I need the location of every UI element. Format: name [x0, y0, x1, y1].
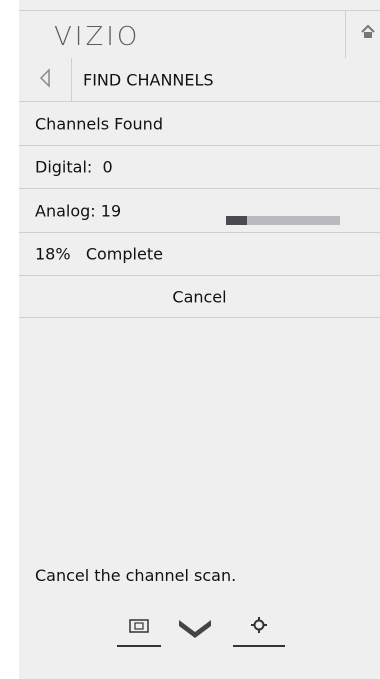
menu-panel: VIZIO FIND CHANNELS Channels Found Digit…: [19, 0, 380, 679]
chevron-down-icon: [179, 620, 211, 638]
bottom-nav: [19, 610, 380, 650]
cancel-label: Cancel: [172, 287, 227, 306]
picture-size-icon: [117, 619, 161, 647]
channels-found-row: Channels Found: [19, 102, 380, 146]
analog-row: Analog: 19: [19, 189, 380, 233]
back-arrow-icon: [39, 68, 50, 88]
settings-button[interactable]: [233, 610, 285, 654]
digital-row: Digital: 0: [19, 146, 380, 189]
title-row: FIND CHANNELS: [19, 58, 380, 102]
menu-down-button[interactable]: [175, 610, 215, 654]
percent-complete: 18% Complete: [35, 244, 163, 264]
cancel-button[interactable]: Cancel: [19, 276, 380, 318]
page-title: FIND CHANNELS: [83, 70, 214, 89]
digital-count: Digital: 0: [35, 157, 113, 177]
scan-progress-fill: [226, 216, 247, 225]
channels-found-label: Channels Found: [35, 114, 163, 133]
menu-header: VIZIO: [19, 10, 380, 59]
percent-row: 18% Complete: [19, 233, 380, 276]
help-text: Cancel the channel scan.: [35, 566, 237, 585]
home-button[interactable]: [345, 11, 380, 58]
home-icon: [361, 25, 375, 38]
back-button[interactable]: [19, 58, 72, 101]
vizio-logo: VIZIO: [54, 22, 141, 52]
settings-gear-icon: [233, 617, 285, 647]
analog-count: Analog: 19: [35, 201, 122, 220]
scan-progress-bar: [226, 216, 340, 225]
tv-menu-screen: VIZIO FIND CHANNELS Channels Found Digit…: [0, 0, 380, 679]
picture-size-button[interactable]: [117, 610, 161, 654]
